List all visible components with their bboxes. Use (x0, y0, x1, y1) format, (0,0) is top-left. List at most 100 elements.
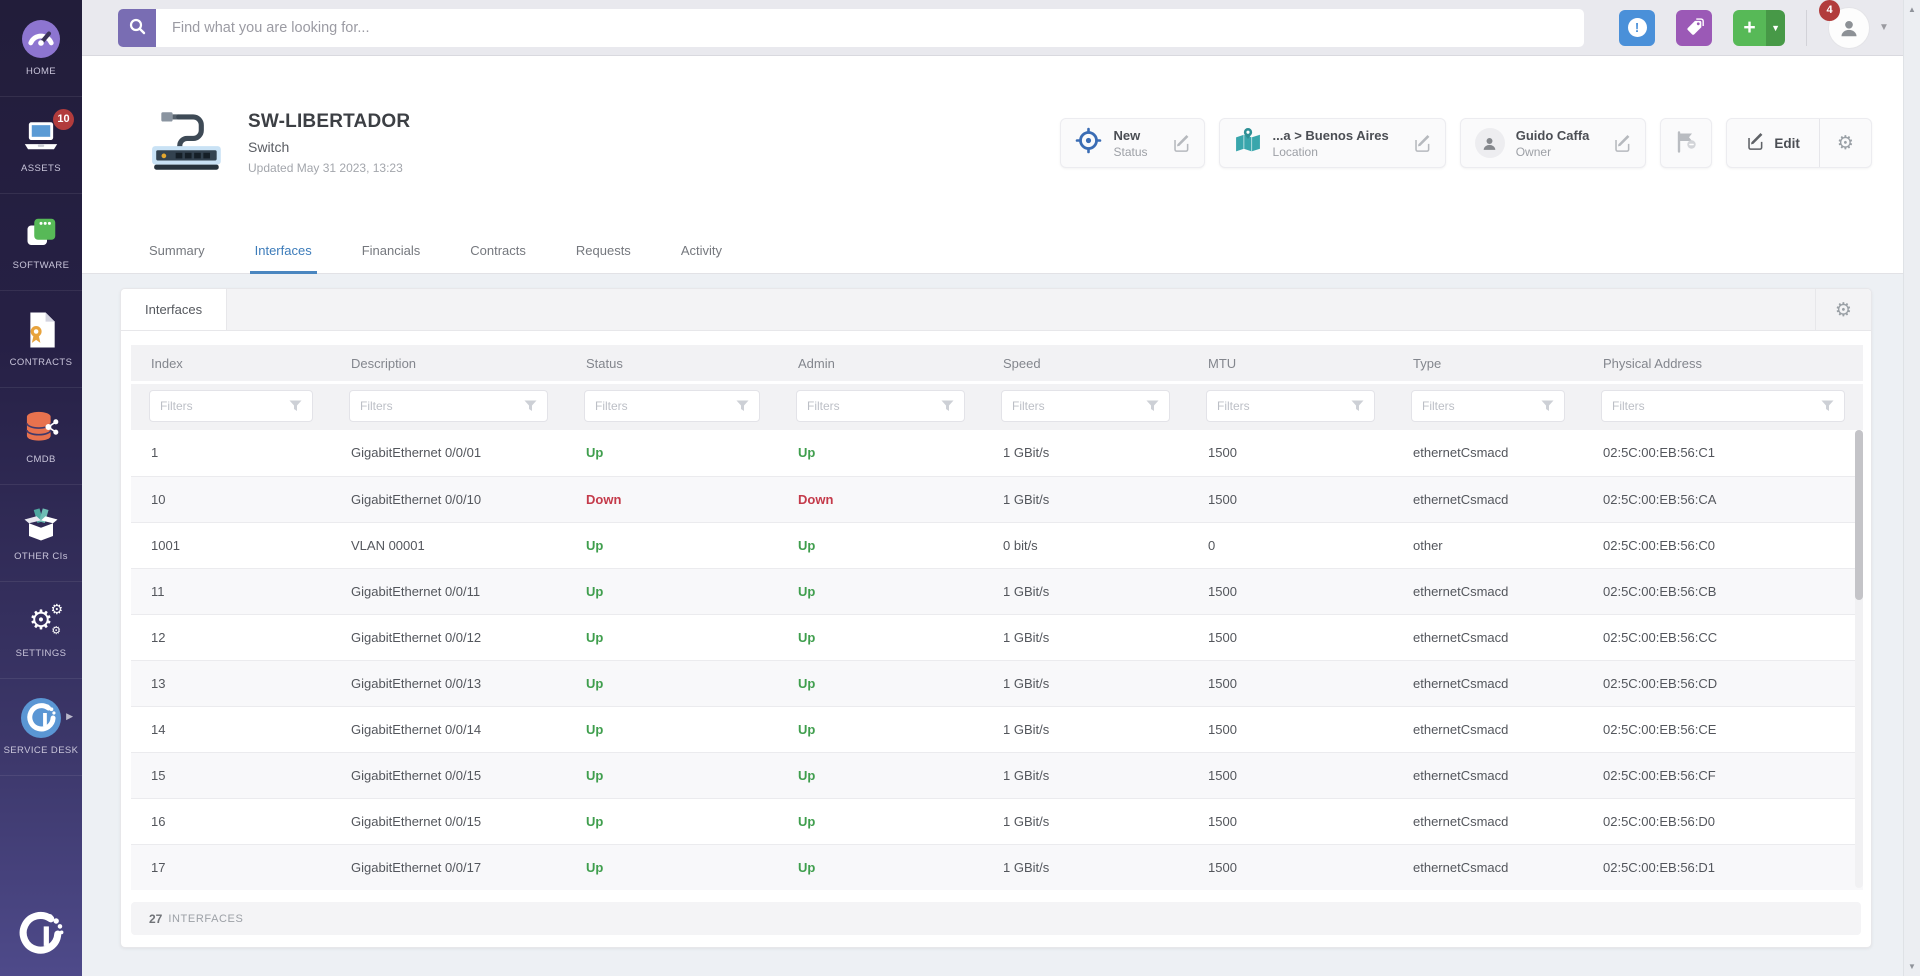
filter-physical-address-input[interactable] (1612, 399, 1821, 413)
table-row[interactable]: 13 GigabitEthernet 0/0/13 Up Up 1 GBit/s… (131, 660, 1863, 706)
cell-type: ethernetCsmacd (1393, 476, 1583, 522)
col-header-description[interactable]: Description (331, 345, 566, 383)
table-row[interactable]: 11 GigabitEthernet 0/0/11 Up Up 1 GBit/s… (131, 568, 1863, 614)
cell-type: ethernetCsmacd (1393, 752, 1583, 798)
panel-tab-interfaces[interactable]: Interfaces (121, 289, 227, 330)
cell-physical-address: 02:5C:00:EB:56:D0 (1583, 798, 1863, 844)
sidebar-item-settings[interactable]: ⚙⚙⚙ SETTINGS (0, 582, 82, 679)
col-header-type[interactable]: Type (1393, 345, 1583, 383)
add-button[interactable]: + ▼ (1733, 10, 1785, 46)
table-scrollbar[interactable] (1855, 430, 1863, 888)
tab-interfaces[interactable]: Interfaces (250, 230, 317, 274)
filter-status (584, 390, 760, 422)
global-search (118, 9, 1584, 47)
cell-speed: 1 GBit/s (983, 476, 1188, 522)
asset-titles: SW-LIBERTADOR Switch Updated May 31 2023… (248, 111, 410, 175)
filter-admin-input[interactable] (807, 399, 941, 413)
table-row[interactable]: 15 GigabitEthernet 0/0/15 Up Up 1 GBit/s… (131, 752, 1863, 798)
col-header-mtu[interactable]: MTU (1188, 345, 1393, 383)
sidebar-item-home[interactable]: HOME (0, 0, 82, 97)
cell-mtu: 1500 (1188, 844, 1393, 890)
table-row[interactable]: 1001 VLAN 00001 Up Up 0 bit/s 0 other 02… (131, 522, 1863, 568)
filter-status-input[interactable] (595, 399, 736, 413)
edit-button[interactable]: Edit (1727, 119, 1819, 167)
tab-summary[interactable]: Summary (144, 230, 210, 274)
user-menu-caret-icon[interactable]: ▼ (1879, 22, 1889, 33)
cell-admin: Up (798, 768, 815, 783)
filter-description (349, 390, 548, 422)
funnel-icon (524, 400, 537, 412)
status-label: Status (1113, 145, 1147, 159)
tab-activity[interactable]: Activity (676, 230, 727, 274)
edit-status-icon[interactable] (1172, 134, 1191, 153)
tab-content: Interfaces ⚙ Index Description (82, 274, 1903, 976)
search-input[interactable] (156, 9, 1584, 47)
table-row[interactable]: 12 GigabitEthernet 0/0/12 Up Up 1 GBit/s… (131, 614, 1863, 660)
sidebar-item-service-desk[interactable]: ▶ SERVICE DESK (0, 679, 82, 776)
sidebar-item-contracts[interactable]: CONTRACTS (0, 291, 82, 388)
filter-type-input[interactable] (1422, 399, 1541, 413)
cell-admin: Down (798, 492, 833, 507)
status-card[interactable]: New Status (1060, 118, 1204, 168)
table-row[interactable]: 14 GigabitEthernet 0/0/14 Up Up 1 GBit/s… (131, 706, 1863, 752)
invgate-logo (0, 908, 82, 960)
table-row[interactable]: 16 GigabitEthernet 0/0/15 Up Up 1 GBit/s… (131, 798, 1863, 844)
col-header-speed[interactable]: Speed (983, 345, 1188, 383)
page-scrollbar[interactable]: ▲ ▼ (1903, 0, 1920, 976)
other-cis-box-icon (22, 504, 60, 544)
cell-description: GigabitEthernet 0/0/11 (331, 568, 566, 614)
info-button[interactable]: ! (1619, 10, 1655, 46)
table-scrollbar-thumb[interactable] (1855, 430, 1863, 600)
cell-speed: 1 GBit/s (983, 568, 1188, 614)
filter-speed-input[interactable] (1012, 399, 1146, 413)
table-filter-row (131, 383, 1863, 431)
location-card[interactable]: ...a > Buenos Aires Location (1219, 118, 1446, 168)
scroll-up-arrow-icon[interactable]: ▲ (1908, 5, 1916, 14)
user-icon (1838, 17, 1860, 39)
interface-count-label: INTERFACES (168, 913, 243, 925)
col-header-index[interactable]: Index (131, 345, 331, 383)
cell-type: ethernetCsmacd (1393, 706, 1583, 752)
flag-button[interactable] (1660, 118, 1712, 168)
funnel-icon (736, 400, 749, 412)
table-row[interactable]: 1 GigabitEthernet 0/0/01 Up Up 1 GBit/s … (131, 430, 1863, 476)
cell-index: 1001 (131, 522, 331, 568)
col-header-physical-address[interactable]: Physical Address (1583, 345, 1863, 383)
search-button[interactable] (118, 9, 156, 47)
owner-card[interactable]: Guido Caffa Owner (1460, 118, 1647, 168)
sidebar-item-software[interactable]: SOFTWARE (0, 194, 82, 291)
cell-index: 17 (131, 844, 331, 890)
cell-description: GigabitEthernet 0/0/13 (331, 660, 566, 706)
tab-financials[interactable]: Financials (357, 230, 426, 274)
edit-owner-icon[interactable] (1613, 134, 1632, 153)
sidebar-item-cmdb[interactable]: CMDB (0, 388, 82, 485)
add-dropdown-caret-icon[interactable]: ▼ (1766, 10, 1785, 46)
sidebar-label: SOFTWARE (13, 260, 70, 271)
assets-laptop-icon: 10 (21, 116, 61, 156)
sidebar-item-assets[interactable]: 10 ASSETS (0, 97, 82, 194)
flag-icon (1673, 129, 1699, 158)
cell-mtu: 1500 (1188, 798, 1393, 844)
table-row[interactable]: 17 GigabitEthernet 0/0/17 Up Up 1 GBit/s… (131, 844, 1863, 890)
service-desk-expand-chevron[interactable]: ▶ (66, 711, 73, 722)
sidebar-item-other-cis[interactable]: OTHER CIs (0, 485, 82, 582)
scroll-down-arrow-icon[interactable]: ▼ (1908, 962, 1916, 971)
tags-button[interactable] (1676, 10, 1712, 46)
asset-settings-gear-icon[interactable]: ⚙ (1820, 119, 1871, 167)
cell-index: 12 (131, 614, 331, 660)
filter-index-input[interactable] (160, 399, 289, 413)
table-row[interactable]: 10 GigabitEthernet 0/0/10 Down Down 1 GB… (131, 476, 1863, 522)
user-menu[interactable]: 4 ▼ (1828, 7, 1889, 49)
funnel-icon (1146, 400, 1159, 412)
tab-requests[interactable]: Requests (571, 230, 636, 274)
filter-description-input[interactable] (360, 399, 524, 413)
col-header-status[interactable]: Status (566, 345, 778, 383)
tab-contracts[interactable]: Contracts (465, 230, 531, 274)
col-header-admin[interactable]: Admin (778, 345, 983, 383)
cell-description: GigabitEthernet 0/0/17 (331, 844, 566, 890)
edit-location-icon[interactable] (1413, 134, 1432, 153)
filter-mtu-input[interactable] (1217, 399, 1351, 413)
cell-mtu: 1500 (1188, 614, 1393, 660)
panel-settings-gear-icon[interactable]: ⚙ (1815, 289, 1871, 330)
filter-physical-address (1601, 390, 1845, 422)
